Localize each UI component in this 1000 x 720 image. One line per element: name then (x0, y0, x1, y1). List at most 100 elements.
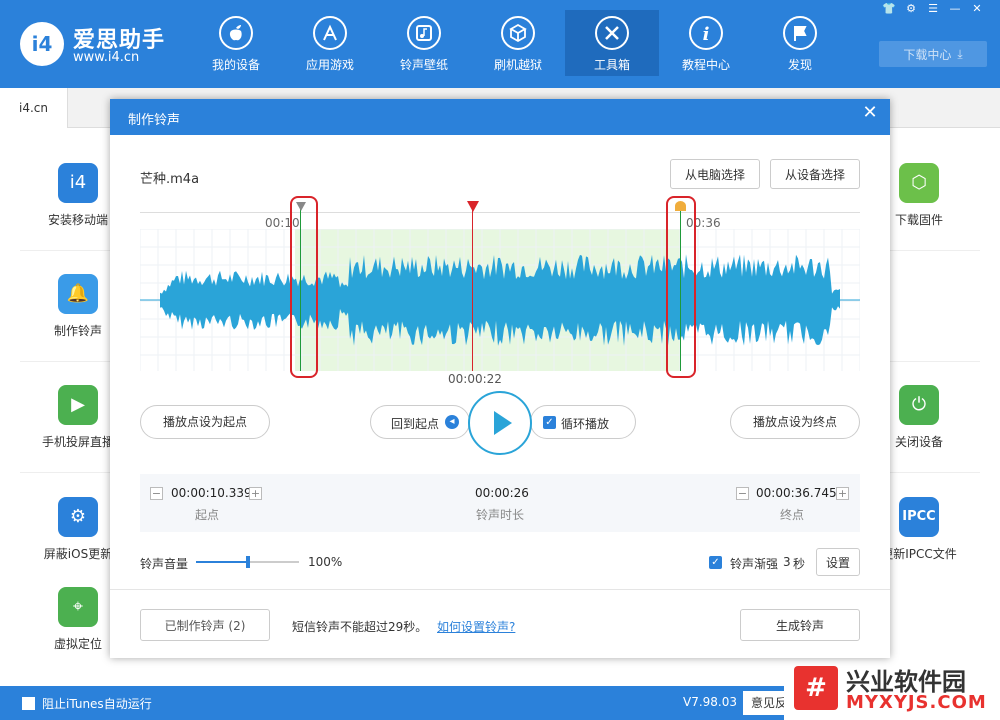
generate-ringtone-button[interactable]: 生成铃声 (740, 609, 860, 641)
fade-label: 铃声渐强 (730, 557, 779, 571)
volume-value: 100% (308, 555, 343, 569)
i4-icon: i4 (58, 163, 98, 203)
end-label: 终点 (780, 508, 805, 522)
choose-from-device-button[interactable]: 从设备选择 (770, 159, 860, 189)
playhead-handle[interactable] (467, 201, 479, 212)
set-end-button[interactable]: 播放点设为终点 (730, 405, 860, 439)
close-icon[interactable]: ✕ (968, 2, 986, 15)
dialog-header: 制作铃声 ✕ (110, 99, 890, 135)
playhead-time: 00:00:22 (448, 372, 502, 386)
apple-icon (219, 16, 253, 50)
nav-discover[interactable]: 发现 (753, 10, 847, 76)
made-ringtones-button[interactable]: 已制作铃声 (2) (140, 609, 270, 641)
divider (890, 361, 980, 362)
download-center-button[interactable]: 下载中心 ⤓ (879, 41, 987, 67)
info-icon: i (689, 16, 723, 50)
skin-icon[interactable]: 👕 (880, 2, 898, 15)
app-url: www.i4.cn (73, 50, 140, 65)
nav-label: 刷机越狱 (493, 58, 542, 72)
menu-icon[interactable]: ☰ (924, 2, 942, 15)
itunes-checkbox[interactable] (22, 697, 35, 710)
duration-label: 铃声时长 (476, 508, 525, 522)
play-icon (494, 411, 512, 435)
itunes-label: 阻止iTunes自动运行 (42, 697, 152, 711)
divider (20, 361, 110, 362)
end-decrement-button[interactable]: − (736, 487, 749, 500)
timeline-ruler (140, 212, 860, 213)
volume-label: 铃声音量 (140, 557, 189, 571)
dialog-close-icon[interactable]: ✕ (860, 103, 880, 123)
range-info-panel: − 00:00:10.339 + 起点 00:00:26 铃声时长 − 00:0… (140, 474, 860, 532)
cube-icon: ⬡ (899, 163, 939, 203)
nav-toolbox[interactable]: 工具箱 (565, 10, 659, 76)
playhead-line[interactable] (472, 207, 473, 371)
divider (890, 250, 980, 251)
back-arrow-icon: ◂ (445, 415, 459, 429)
ipcc-icon: IPCC (899, 497, 939, 537)
start-marker-highlight (290, 196, 318, 378)
tool-label: 下载固件 (894, 213, 943, 227)
bell-icon: 🔔 (58, 274, 98, 314)
volume-thumb[interactable] (245, 556, 250, 568)
nav-my-device[interactable]: 我的设备 (189, 10, 283, 76)
end-increment-button[interactable]: + (836, 487, 849, 500)
start-decrement-button[interactable]: − (150, 487, 163, 500)
waveform-shape (160, 254, 840, 346)
tool-label: 屏蔽iOS更新 (43, 547, 113, 561)
loop-toggle[interactable]: ✓ 循环播放 (530, 405, 636, 439)
divider (20, 250, 110, 251)
power-icon: ⏻ (899, 385, 939, 425)
nav-tutorials[interactable]: i 教程中心 (659, 10, 753, 76)
download-center-label: 下载中心 (903, 47, 952, 62)
set-start-button[interactable]: 播放点设为起点 (140, 405, 270, 439)
start-increment-button[interactable]: + (249, 487, 262, 500)
fade-unit: 秒 (793, 557, 806, 571)
loop-checkbox[interactable]: ✓ (543, 416, 556, 429)
watermark-url: MYXYJS.COM (846, 692, 987, 713)
minimize-icon[interactable]: — (946, 2, 964, 15)
tool-label: 关闭设备 (894, 435, 943, 449)
tools-icon (595, 16, 629, 50)
nav-ringtones[interactable]: 铃声壁纸 (377, 10, 471, 76)
tab-i4[interactable]: i4.cn (0, 88, 68, 128)
nav-label: 我的设备 (211, 58, 260, 72)
app-store-icon (313, 16, 347, 50)
app-logo: i4 (20, 22, 64, 66)
sms-hint: 短信铃声不能超过29秒。 (292, 620, 428, 634)
location-pin-icon: ⌖ (58, 587, 98, 627)
download-icon: ⤓ (957, 46, 963, 61)
svg-text:i: i (703, 24, 710, 45)
fade-settings-button[interactable]: 设置 (816, 548, 860, 576)
choose-from-pc-button[interactable]: 从电脑选择 (670, 159, 760, 189)
end-marker-highlight (666, 196, 696, 378)
volume-slider[interactable] (196, 556, 299, 568)
screen-play-icon: ▶ (58, 385, 98, 425)
nav-label: 教程中心 (681, 58, 730, 72)
howto-link[interactable]: 如何设置铃声? (437, 618, 515, 635)
loop-label: 循环播放 (561, 417, 610, 431)
fade-seconds: 3 (783, 555, 791, 569)
version-label: V7.98.03 (683, 695, 738, 709)
ringtone-dialog: 制作铃声 ✕ 芒种.m4a 从电脑选择 从设备选择 00:10 00:36 00… (110, 99, 890, 658)
nav-apps[interactable]: 应用游戏 (283, 10, 377, 76)
flag-icon (783, 16, 817, 50)
nav-label: 铃声壁纸 (399, 58, 448, 72)
tool-label: 制作铃声 (53, 324, 102, 338)
tool-label: 虚拟定位 (53, 637, 102, 651)
nav-flash[interactable]: 刷机越狱 (471, 10, 565, 76)
start-value: 00:00:10.339 (171, 486, 252, 500)
music-icon (407, 16, 441, 50)
gear-icon[interactable]: ⚙ (902, 2, 920, 15)
fade-checkbox[interactable]: ✓ (709, 556, 722, 569)
tool-label: 更新IPCC文件 (881, 547, 957, 561)
duration-value: 00:00:26 (475, 486, 529, 500)
volume-fill (196, 561, 248, 563)
dialog-title: 制作铃声 (128, 113, 181, 128)
top-bar: i4 爱思助手 www.i4.cn 我的设备 应用游戏 铃声壁纸 刷机越狱 工具… (0, 0, 1000, 88)
play-button[interactable] (468, 391, 532, 455)
waveform-area[interactable] (139, 228, 861, 371)
end-value: 00:00:36.745 (756, 486, 837, 500)
tool-label: 安装移动端 (47, 213, 108, 227)
file-name: 芒种.m4a (140, 172, 200, 187)
back-to-start-button[interactable]: 回到起点 ◂ (370, 405, 470, 439)
